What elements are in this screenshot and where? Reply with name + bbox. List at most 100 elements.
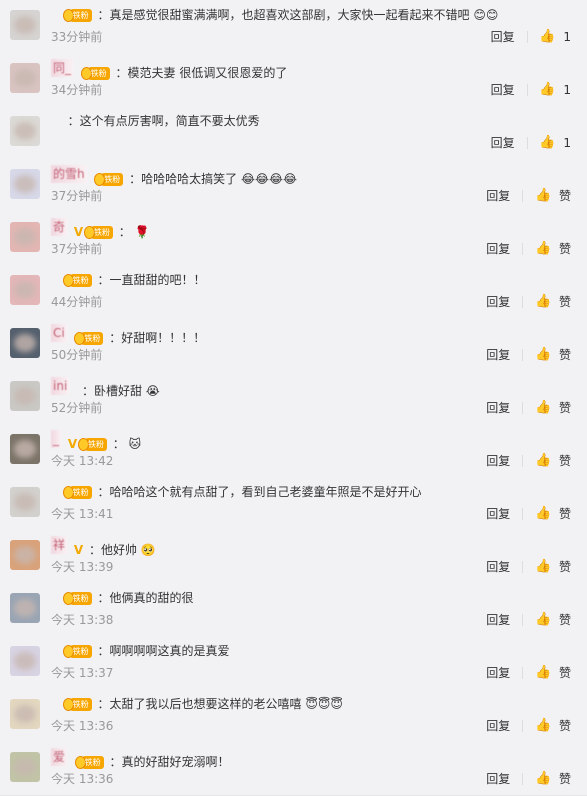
comment-line: 铁粉 ：他俩真的甜的很 bbox=[51, 589, 579, 607]
reply-button[interactable]: 回复 bbox=[486, 293, 510, 310]
reply-button[interactable]: 回复 bbox=[486, 240, 510, 257]
reply-button[interactable]: 回复 bbox=[486, 770, 510, 787]
thumbs-up-icon[interactable]: 👍 bbox=[535, 559, 551, 574]
fan-badge-label: 铁粉 bbox=[84, 334, 101, 343]
like-count[interactable]: 1 bbox=[563, 83, 571, 97]
thumbs-up-icon[interactable]: 👍 bbox=[535, 294, 551, 309]
timestamp: 37分钟前 bbox=[51, 242, 103, 256]
avatar[interactable] bbox=[10, 646, 40, 676]
avatar[interactable] bbox=[10, 169, 40, 199]
reply-button[interactable]: 回复 bbox=[486, 452, 510, 469]
avatar[interactable] bbox=[10, 434, 40, 464]
avatar[interactable] bbox=[10, 699, 40, 729]
thumbs-up-icon[interactable]: 👍 bbox=[539, 135, 555, 150]
avatar[interactable] bbox=[10, 381, 40, 411]
emoji-icon: 🐱 bbox=[128, 437, 142, 451]
avatar[interactable] bbox=[10, 116, 40, 146]
reply-button[interactable]: 回复 bbox=[486, 399, 510, 416]
username-suffix: Ci bbox=[53, 326, 65, 340]
comment-text: ： bbox=[112, 437, 125, 451]
username-link[interactable]: Ci bbox=[51, 324, 67, 342]
like-count[interactable]: 1 bbox=[563, 30, 571, 44]
timestamp: 33分钟前 bbox=[51, 30, 103, 44]
thumbs-up-icon[interactable]: 👍 bbox=[539, 82, 555, 97]
username-link[interactable]: 的雪h bbox=[51, 165, 87, 183]
fan-badge: 铁粉 bbox=[94, 173, 124, 186]
avatar[interactable] bbox=[10, 540, 40, 570]
like-count[interactable]: 1 bbox=[563, 136, 571, 150]
avatar[interactable] bbox=[10, 487, 40, 517]
divider bbox=[522, 613, 524, 626]
reply-button[interactable]: 回复 bbox=[486, 346, 510, 363]
divider bbox=[522, 189, 524, 202]
reply-button[interactable]: 回复 bbox=[486, 505, 510, 522]
username-link[interactable]: 爱 bbox=[51, 748, 68, 766]
divider bbox=[522, 507, 524, 520]
thumbs-up-icon[interactable]: 👍 bbox=[535, 665, 551, 680]
thumbs-up-icon[interactable]: 👍 bbox=[535, 400, 551, 415]
avatar[interactable] bbox=[10, 593, 40, 623]
comment-actions: 回复 👍 赞 bbox=[486, 558, 571, 575]
username-link[interactable]: ini bbox=[51, 377, 70, 395]
comment-line: ：这个有点厉害啊，简直不要太优秀 bbox=[51, 112, 579, 130]
fan-badge: 铁粉 bbox=[77, 438, 107, 451]
reply-button[interactable]: 回复 bbox=[491, 28, 515, 45]
fan-badge-label: 铁粉 bbox=[72, 594, 89, 603]
comment-line: 祥 V ：他好帅 🥺 bbox=[51, 536, 579, 557]
like-count[interactable]: 赞 bbox=[559, 346, 571, 363]
fan-badge: 铁粉 bbox=[74, 332, 104, 345]
comment-actions: 回复 👍 赞 bbox=[486, 770, 571, 787]
username-link[interactable]: _ bbox=[51, 430, 61, 448]
avatar[interactable] bbox=[10, 10, 40, 40]
username-link[interactable]: 同_ bbox=[51, 59, 74, 77]
reply-button[interactable]: 回复 bbox=[491, 134, 515, 151]
reply-button[interactable]: 回复 bbox=[486, 717, 510, 734]
thumbs-up-icon[interactable]: 👍 bbox=[535, 453, 551, 468]
avatar[interactable] bbox=[10, 752, 40, 782]
fan-badge-label: 铁粉 bbox=[87, 440, 104, 449]
like-count[interactable]: 赞 bbox=[559, 187, 571, 204]
username-suffix: ini bbox=[53, 379, 68, 393]
comment-row: 铁粉 ：哈哈哈这个就有点甜了，看到自己老婆童年照是不是好开心 今天 13:41 … bbox=[0, 477, 587, 531]
like-count[interactable]: 赞 bbox=[559, 505, 571, 522]
thumbs-up-icon[interactable]: 👍 bbox=[539, 29, 555, 44]
like-count[interactable]: 赞 bbox=[559, 558, 571, 575]
thumbs-up-icon[interactable]: 👍 bbox=[535, 718, 551, 733]
timestamp: 今天 13:39 bbox=[51, 560, 114, 574]
comment-row: 祥 V ：他好帅 🥺 今天 13:39 回复 👍 赞 bbox=[0, 530, 587, 584]
username-suffix: _ bbox=[53, 432, 59, 446]
thumbs-up-icon[interactable]: 👍 bbox=[535, 241, 551, 256]
comment-actions: 回复 👍 赞 bbox=[486, 664, 571, 681]
vip-icon: V bbox=[73, 225, 84, 239]
divider bbox=[526, 136, 528, 149]
thumbs-up-icon[interactable]: 👍 bbox=[535, 612, 551, 627]
avatar[interactable] bbox=[10, 222, 40, 252]
thumbs-up-icon[interactable]: 👍 bbox=[535, 347, 551, 362]
reply-button[interactable]: 回复 bbox=[491, 81, 515, 98]
username-link[interactable]: 奇 bbox=[51, 218, 68, 236]
timestamp: 今天 13:42 bbox=[51, 454, 114, 468]
reply-button[interactable]: 回复 bbox=[486, 187, 510, 204]
reply-button[interactable]: 回复 bbox=[486, 611, 510, 628]
like-count[interactable]: 赞 bbox=[559, 240, 571, 257]
like-count[interactable]: 赞 bbox=[559, 399, 571, 416]
like-count[interactable]: 赞 bbox=[559, 452, 571, 469]
avatar[interactable] bbox=[10, 63, 40, 93]
thumbs-up-icon[interactable]: 👍 bbox=[535, 188, 551, 203]
comment-actions: 回复 👍 赞 bbox=[486, 717, 571, 734]
avatar[interactable] bbox=[10, 328, 40, 358]
timestamp: 今天 13:36 bbox=[51, 719, 114, 733]
like-count[interactable]: 赞 bbox=[559, 611, 571, 628]
like-count[interactable]: 赞 bbox=[559, 717, 571, 734]
comment-line: 的雪h 铁粉 ：哈哈哈哈太搞笑了 😂😂😂😂 bbox=[51, 165, 579, 186]
reply-button[interactable]: 回复 bbox=[486, 664, 510, 681]
like-count[interactable]: 赞 bbox=[559, 293, 571, 310]
reply-button[interactable]: 回复 bbox=[486, 558, 510, 575]
avatar[interactable] bbox=[10, 275, 40, 305]
username-link[interactable]: 祥 bbox=[51, 536, 68, 554]
thumbs-up-icon[interactable]: 👍 bbox=[535, 506, 551, 521]
thumbs-up-icon[interactable]: 👍 bbox=[535, 771, 551, 786]
like-count[interactable]: 赞 bbox=[559, 770, 571, 787]
like-count[interactable]: 赞 bbox=[559, 664, 571, 681]
comment-actions: 回复 👍 1 bbox=[491, 134, 571, 151]
